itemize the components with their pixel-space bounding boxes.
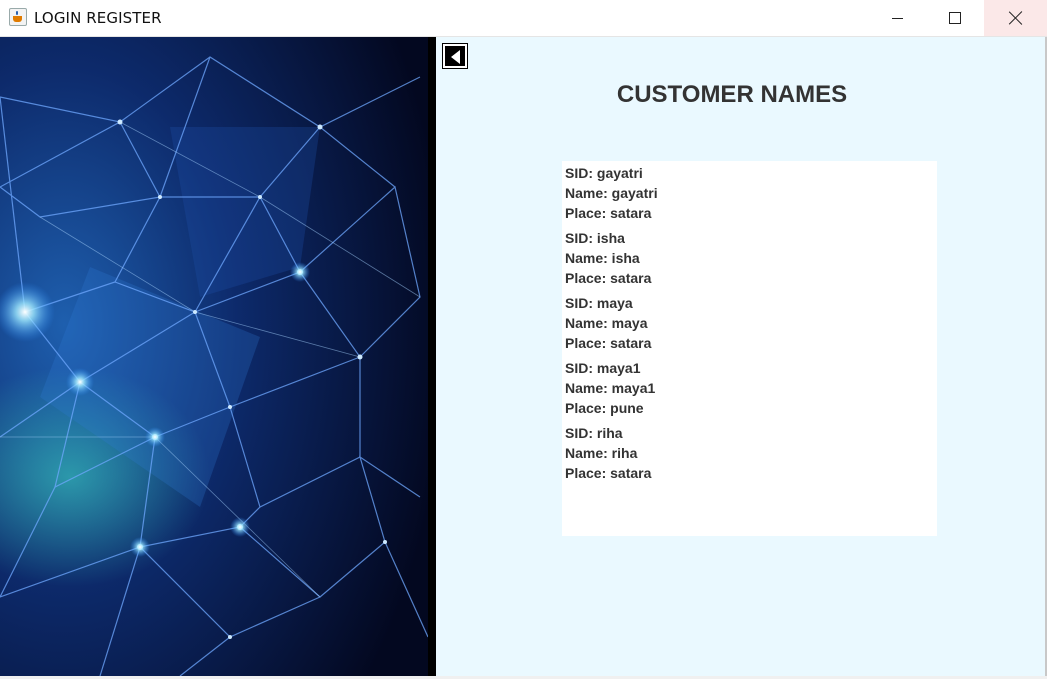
customer-place: Place: satara (565, 335, 652, 351)
minimize-button[interactable] (868, 0, 926, 36)
customer-place: Place: pune (565, 400, 644, 416)
java-cup-icon[interactable] (9, 8, 27, 26)
customer-entry: SID: maya1 Name: maya1 Place: pune (562, 356, 937, 418)
title-bar: LOGIN REGISTER (0, 0, 1047, 37)
customer-name: Name: maya1 (565, 380, 656, 396)
back-button[interactable] (442, 43, 468, 69)
customer-place: Place: satara (565, 205, 652, 221)
customer-place: Place: satara (565, 465, 652, 481)
panel-divider (428, 37, 436, 676)
customer-sid: SID: maya (565, 295, 633, 311)
customer-name: Name: maya (565, 315, 648, 331)
minimize-icon (891, 17, 903, 19)
network-background-image (0, 37, 428, 676)
customer-sid: SID: riha (565, 425, 623, 441)
customer-sid: SID: maya1 (565, 360, 641, 376)
close-icon (1009, 11, 1023, 25)
customer-name: Name: riha (565, 445, 638, 461)
customer-place: Place: satara (565, 270, 652, 286)
customer-list[interactable]: SID: gayatri Name: gayatri Place: satara… (562, 161, 937, 536)
customer-name: Name: gayatri (565, 185, 658, 201)
customer-sid: SID: gayatri (565, 165, 643, 181)
back-arrow-icon (451, 50, 460, 64)
maximize-button[interactable] (926, 0, 984, 36)
close-button[interactable] (984, 0, 1047, 36)
customer-entry: SID: maya Name: maya Place: satara (562, 291, 937, 353)
customer-panel: CUSTOMER NAMES SID: gayatri Name: gayatr… (436, 37, 1045, 676)
customer-entry: SID: isha Name: isha Place: satara (562, 226, 937, 288)
maximize-icon (949, 12, 961, 24)
customer-name: Name: isha (565, 250, 640, 266)
window-title: LOGIN REGISTER (34, 9, 162, 27)
customer-sid: SID: isha (565, 230, 625, 246)
page-title: CUSTOMER NAMES (616, 81, 848, 108)
customer-entry: SID: gayatri Name: gayatri Place: satara (562, 161, 937, 223)
customer-entry: SID: riha Name: riha Place: satara (562, 421, 937, 483)
